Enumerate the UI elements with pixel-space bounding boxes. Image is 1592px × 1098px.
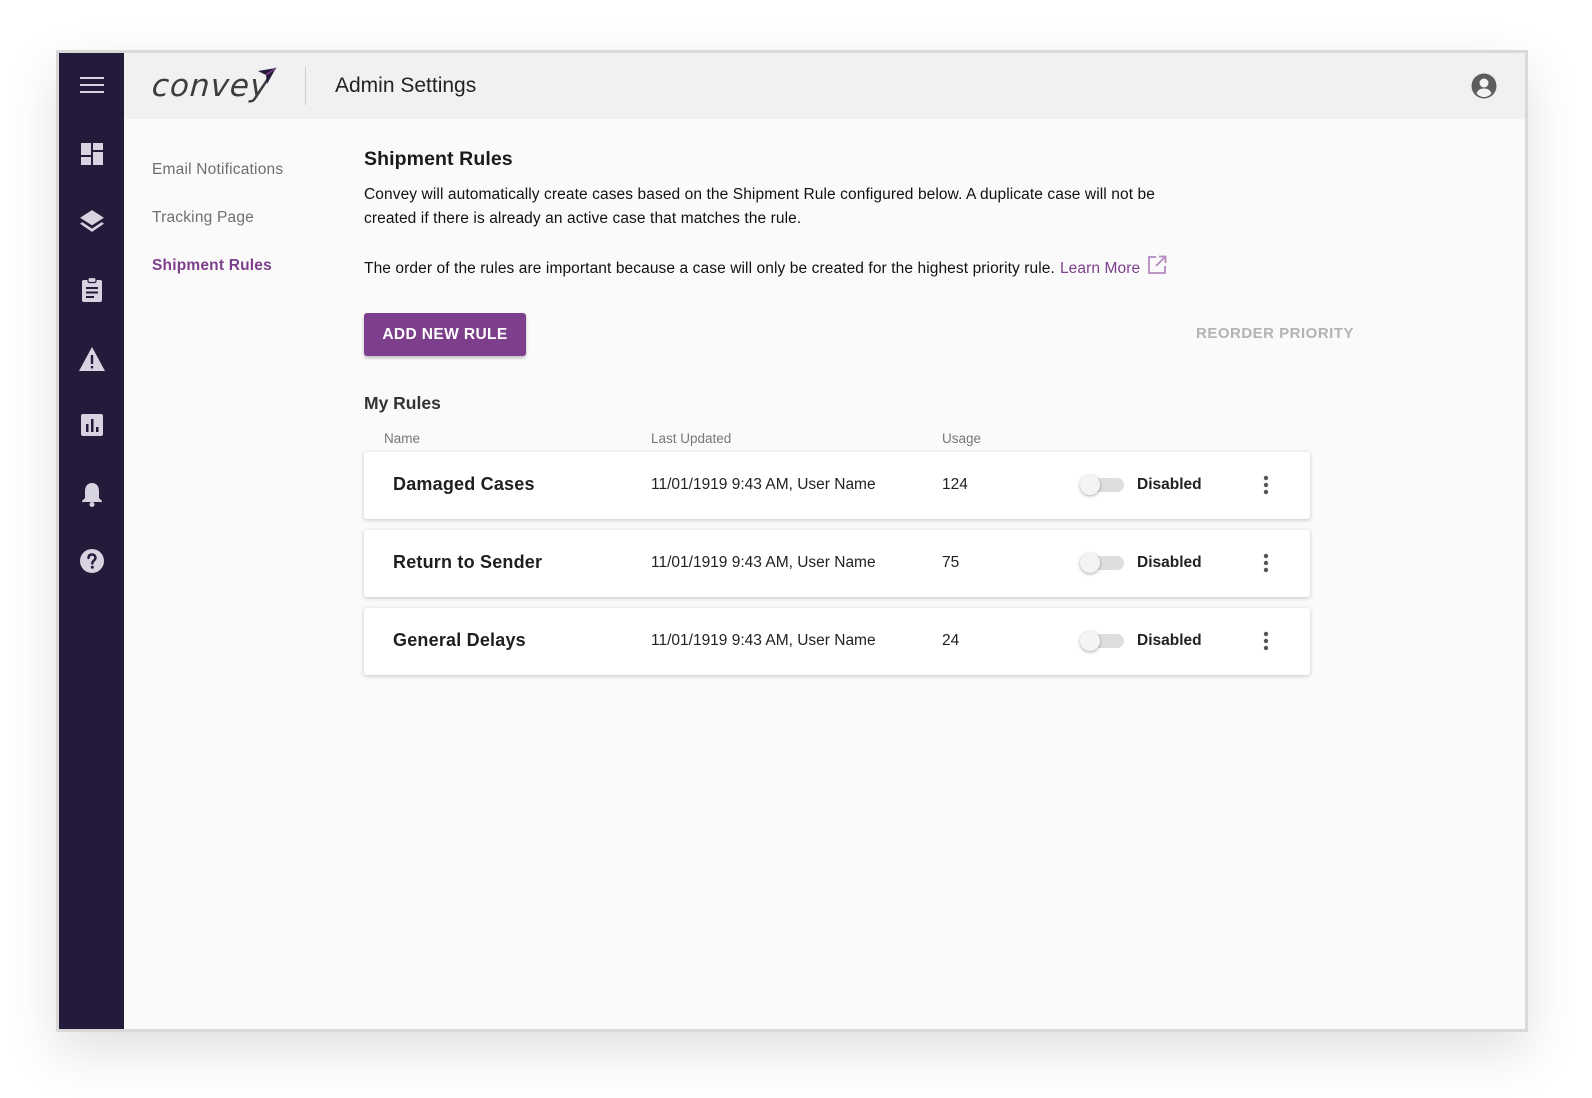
toggle-knob (1080, 553, 1100, 573)
rule-name: Damaged Cases (393, 474, 535, 494)
learn-more-link[interactable]: Learn More (1060, 257, 1140, 281)
toggle-knob (1080, 631, 1100, 651)
logo[interactable]: convey (124, 53, 305, 119)
rule-usage: 75 (942, 554, 960, 571)
settings-subnav: Email Notifications Tracking Page Shipme… (152, 160, 352, 304)
rail-item-reports[interactable] (59, 405, 124, 445)
help-icon (79, 549, 104, 573)
rule-enabled-toggle[interactable] (1080, 631, 1126, 651)
logo-arrow-icon (258, 67, 277, 84)
layers-icon (79, 210, 104, 232)
icon-rail (59, 53, 124, 1029)
rule-row[interactable]: Damaged Cases 11/01/1919 9:43 AM, User N… (364, 452, 1310, 519)
subnav-item-shipment-rules[interactable]: Shipment Rules (152, 256, 352, 304)
rule-actions: ADD NEW RULE REORDER PRIORITY (364, 313, 1374, 356)
warning-icon (78, 347, 105, 371)
dashboard-icon (80, 143, 103, 165)
rule-more-menu-button[interactable] (1254, 550, 1278, 576)
rule-name: Return to Sender (393, 552, 543, 572)
header-divider (305, 67, 306, 105)
rail-item-cases[interactable] (59, 270, 124, 310)
bar-chart-icon (80, 414, 103, 436)
section-description: Convey will automatically create cases b… (364, 186, 1155, 227)
column-header-last-updated: Last Updated (651, 431, 732, 446)
rule-row[interactable]: Return to Sender 11/01/1919 9:43 AM, Use… (364, 530, 1310, 597)
page-title: Admin Settings (335, 74, 477, 97)
external-link-icon[interactable] (1147, 255, 1167, 283)
section-heading: Shipment Rules (364, 148, 513, 170)
rules-column-headers: Name Last Updated Usage (364, 428, 1374, 452)
rule-last-updated: 11/01/1919 9:43 AM, User Name (651, 632, 876, 649)
subnav-item-email-notifications[interactable]: Email Notifications (152, 160, 352, 208)
more-vertical-icon (1263, 475, 1269, 495)
bell-icon (81, 483, 102, 507)
more-vertical-icon (1263, 553, 1269, 573)
rail-item-alerts[interactable] (59, 339, 124, 379)
app-window: convey Admin Settings Email Notification… (56, 50, 1528, 1032)
rule-usage: 24 (942, 632, 960, 649)
account-button[interactable] (1471, 73, 1497, 99)
rail-item-dashboard[interactable] (59, 134, 124, 174)
menu-button[interactable] (59, 65, 124, 105)
rule-status-label: Disabled (1137, 554, 1202, 571)
rule-last-updated: 11/01/1919 9:43 AM, User Name (651, 554, 876, 571)
rail-item-layers[interactable] (59, 201, 124, 241)
rules-list: Damaged Cases 11/01/1919 9:43 AM, User N… (364, 452, 1374, 675)
rail-item-help[interactable] (59, 541, 124, 581)
rule-more-menu-button[interactable] (1254, 628, 1278, 654)
rule-enabled-toggle[interactable] (1080, 553, 1126, 573)
rule-usage: 124 (942, 476, 968, 493)
account-circle-icon (1471, 73, 1497, 99)
rule-status-label: Disabled (1137, 632, 1202, 649)
reorder-priority-button[interactable]: REORDER PRIORITY (1196, 325, 1354, 342)
rail-item-notifications[interactable] (59, 474, 124, 514)
column-header-usage: Usage (942, 431, 982, 446)
toggle-knob (1080, 475, 1100, 495)
column-header-name: Name (384, 431, 421, 446)
rule-row[interactable]: General Delays 11/01/1919 9:43 AM, User … (364, 608, 1310, 675)
rule-status-label: Disabled (1137, 476, 1202, 493)
hamburger-menu-icon (79, 77, 104, 93)
main-content: Shipment Rules Convey will automatically… (364, 148, 1374, 675)
rule-last-updated: 11/01/1919 9:43 AM, User Name (651, 476, 876, 493)
subnav-item-tracking-page[interactable]: Tracking Page (152, 208, 352, 256)
priority-note: The order of the rules are important bec… (364, 260, 1055, 277)
more-vertical-icon (1263, 631, 1269, 651)
add-new-rule-button[interactable]: ADD NEW RULE (364, 313, 526, 356)
logo-text: convey (150, 68, 271, 104)
rule-name: General Delays (393, 630, 526, 650)
top-bar: convey Admin Settings (124, 53, 1525, 119)
priority-note-line: The order of the rules are important bec… (364, 255, 1374, 283)
rules-heading: My Rules (364, 393, 441, 413)
rule-more-menu-button[interactable] (1254, 472, 1278, 498)
clipboard-icon (81, 277, 102, 302)
rule-enabled-toggle[interactable] (1080, 475, 1126, 495)
